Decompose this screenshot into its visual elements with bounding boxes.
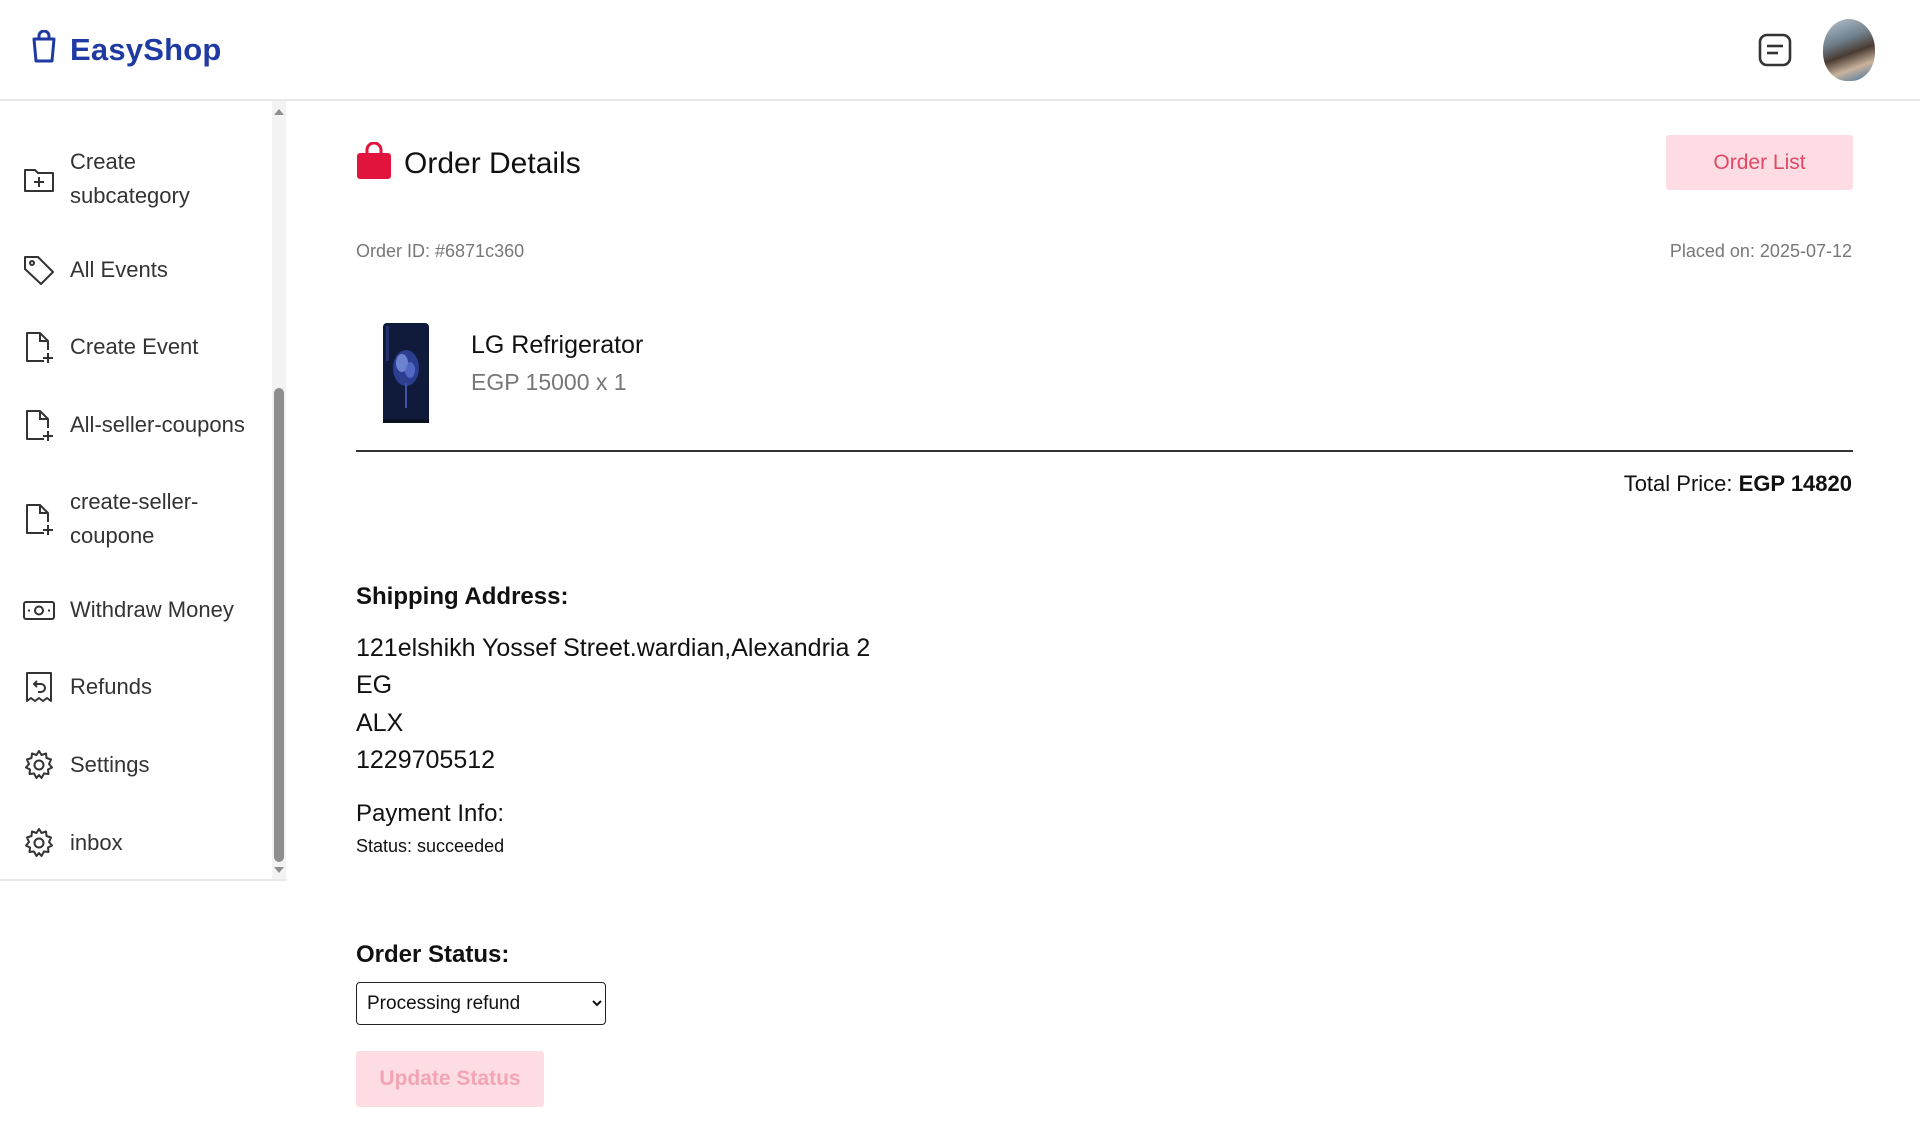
divider <box>356 450 1853 452</box>
sidebar-item-refunds[interactable]: Refunds <box>22 670 152 704</box>
sidebar-item-label: Create subcategory <box>70 149 190 208</box>
sidebar: Create subcategory All Events Create Eve… <box>0 101 287 881</box>
sidebar-item-create-subcategory[interactable]: Create subcategory <box>22 145 220 213</box>
order-status-title: Order Status: <box>356 941 510 968</box>
sidebar-item-all-seller-coupons[interactable]: All-seller-coupons <box>22 408 245 442</box>
order-list-button[interactable]: Order List <box>1666 135 1853 190</box>
sidebar-item-label: Refunds <box>70 674 152 699</box>
avatar[interactable] <box>1823 19 1875 81</box>
order-status-select[interactable]: Processing refund <box>356 982 606 1025</box>
sidebar-item-all-events[interactable]: All Events <box>22 253 168 287</box>
total-price-label: Total Price: <box>1623 471 1733 496</box>
placed-on-date: Placed on: 2025-07-12 <box>1669 241 1852 261</box>
tag-icon <box>22 253 56 287</box>
app-name: EasyShop <box>70 31 222 67</box>
gear-icon <box>22 748 56 782</box>
update-status-button[interactable]: Update Status <box>356 1051 544 1107</box>
gear-icon <box>22 826 56 860</box>
sidebar-item-settings[interactable]: Settings <box>22 748 150 782</box>
total-price-value: EGP 14820 <box>1738 471 1852 496</box>
shipping-country: EG <box>356 671 393 699</box>
sidebar-scrollbar-thumb[interactable] <box>274 388 284 862</box>
sidebar-item-create-seller-coupone[interactable]: create-seller-coupone <box>22 485 220 553</box>
payment-info-title: Payment Info: <box>356 800 505 827</box>
shipping-address-title: Shipping Address: <box>356 583 569 610</box>
app-logo[interactable]: EasyShop <box>30 29 222 69</box>
sidebar-item-label: inbox <box>70 830 123 855</box>
sidebar-item-label: create-seller-coupone <box>70 489 199 548</box>
shopping-bag-icon <box>30 29 58 69</box>
file-plus-icon <box>22 408 56 442</box>
total-price: Total Price: EGP 14820 <box>1624 471 1852 497</box>
shipping-address-line: 121elshikh Yossef Street.wardian,Alexand… <box>356 634 871 662</box>
sidebar-item-withdraw-money[interactable]: Withdraw Money <box>22 593 234 627</box>
file-plus-icon <box>22 502 56 536</box>
product-image[interactable] <box>381 323 431 423</box>
payment-status: Status: succeeded <box>356 836 505 856</box>
sidebar-item-label: Withdraw Money <box>70 597 234 622</box>
shopping-bag-icon <box>356 141 392 185</box>
order-id: Order ID: #6871c360 <box>356 241 525 261</box>
page-title-wrap: Order Details <box>356 141 581 185</box>
scroll-up-arrow-icon[interactable] <box>272 105 286 119</box>
sidebar-item-label: Settings <box>70 752 150 777</box>
message-icon[interactable] <box>1756 31 1794 69</box>
product-price: EGP 15000 x 1 <box>471 369 627 395</box>
sidebar-item-create-event[interactable]: Create Event <box>22 330 198 364</box>
file-plus-icon <box>22 330 56 364</box>
page-title: Order Details <box>404 146 581 180</box>
money-icon <box>22 593 56 627</box>
top-header: EasyShop <box>0 0 1920 101</box>
sidebar-item-label: All Events <box>70 257 168 282</box>
shipping-city: ALX <box>356 709 404 737</box>
shipping-phone: 1229705512 <box>356 746 496 774</box>
sidebar-item-inbox[interactable]: inbox <box>22 826 123 860</box>
product-name: LG Refrigerator <box>471 331 644 359</box>
sidebar-item-label: All-seller-coupons <box>70 412 245 437</box>
receipt-refund-icon <box>22 670 56 704</box>
scroll-down-arrow-icon[interactable] <box>272 863 286 877</box>
folder-plus-icon <box>22 162 56 196</box>
sidebar-item-label: Create Event <box>70 334 199 359</box>
